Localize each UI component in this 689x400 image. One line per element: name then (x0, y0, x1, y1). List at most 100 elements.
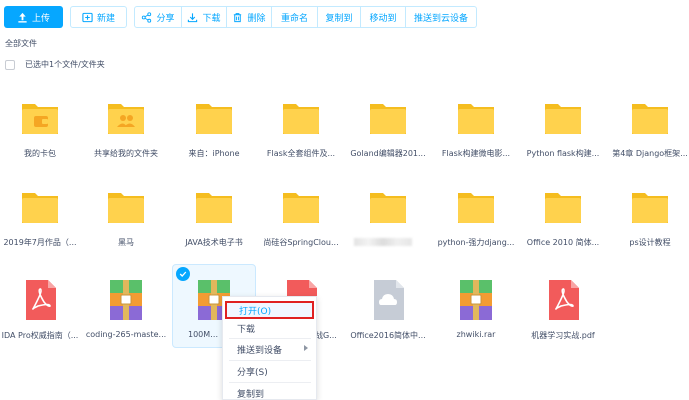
folder-icon (283, 193, 319, 223)
upload-label: 上传 (31, 13, 50, 24)
folder-icon (458, 104, 494, 134)
file-name: 2019年7月作品（... (3, 238, 77, 247)
move-to-label: 移动到 (369, 13, 397, 24)
file-tile[interactable]: 共享给我的文件夹 (86, 98, 166, 178)
move-to-button[interactable]: 移动到 (361, 7, 406, 27)
file-name: JAVA技术电子书 (185, 238, 243, 247)
new-folder-icon (82, 12, 93, 22)
file-name: Office2016简体中... (350, 331, 426, 340)
file-tile[interactable]: coding-265-maste... (86, 280, 166, 360)
file-tile[interactable]: JAVA技术电子书 (174, 187, 254, 267)
file-tile[interactable]: 机器学习实战.pdf (523, 280, 603, 360)
file-tile[interactable]: Office 2010 简体... (523, 187, 603, 267)
delete-button[interactable]: 删除 (227, 7, 272, 27)
file-tile[interactable]: 尚硅谷SpringClou... (261, 187, 341, 267)
selection-bar: 已选中1个文件/文件夹 (5, 59, 105, 70)
file-name: Flask构建微电影... (441, 149, 511, 158)
file-tile[interactable]: 来自：iPhone (174, 98, 254, 178)
upload-button[interactable]: 上传 (4, 6, 63, 28)
selected-check-icon[interactable] (176, 267, 190, 281)
pdf-icon (549, 280, 579, 320)
file-tile[interactable]: python-强力djang... (436, 187, 516, 267)
context-menu-push-label: 推送到设备 (237, 345, 283, 356)
share-icon (142, 11, 152, 23)
action-button-group: 分享 下载 删除 重命名 复制到 移动到 推送到云设备 (134, 6, 477, 28)
share-label: 分享 (156, 13, 175, 24)
file-name: Flask全套组件及... (266, 149, 336, 158)
folder-icon (632, 193, 668, 223)
file-name: 来自：iPhone (188, 149, 240, 158)
download-icon (188, 12, 198, 22)
wallet-folder-icon (22, 104, 58, 134)
context-menu-open[interactable]: 打开(O) (225, 301, 314, 319)
context-menu-divider (229, 360, 311, 361)
select-all-checkbox[interactable] (5, 59, 15, 70)
file-name: python-强力djang... (437, 238, 515, 247)
file-name: coding-265-maste... (85, 330, 167, 339)
rename-label: 重命名 (280, 13, 308, 24)
share-button[interactable]: 分享 (135, 7, 182, 27)
toolbar: 上传 新建 分享 下载 删除 重命名 复制到 移动到 推送到云设备 (0, 0, 689, 34)
context-menu-push-to-device[interactable]: 推送到设备 (223, 340, 316, 358)
file-name: Office 2010 简体... (526, 238, 600, 247)
copy-to-button[interactable]: 复制到 (318, 7, 361, 27)
push-to-cloud-device-button[interactable]: 推送到云设备 (406, 7, 476, 27)
file-tile[interactable]: 2019年7月作品（... (0, 187, 80, 267)
file-tile[interactable]: Python flask构建... (523, 98, 603, 178)
file-name: 我的卡包 (24, 149, 56, 158)
file-name: 第4章 Django框架... (612, 149, 688, 158)
file-name: 100MSDC (188, 330, 222, 339)
context-menu-divider (229, 382, 311, 383)
context-menu-copy-to[interactable]: 复制到 (223, 384, 316, 400)
download-label: 下载 (202, 13, 221, 24)
context-menu: 打开(O) 下载 推送到设备 分享(S) 复制到 (222, 296, 317, 400)
file-tile[interactable]: 我的卡包 (0, 98, 80, 178)
push-to-cloud-device-label: 推送到云设备 (413, 13, 468, 24)
folder-icon (458, 193, 494, 223)
shared-folder-icon (108, 104, 144, 134)
context-menu-download[interactable]: 下载 (223, 319, 316, 337)
copy-to-label: 复制到 (325, 13, 353, 24)
archive-icon (110, 280, 142, 320)
file-tile[interactable]: Flask构建微电影... (436, 98, 516, 178)
file-name: Python flask构建... (526, 149, 600, 158)
file-tile[interactable]: 第4章 Django框架... (610, 98, 689, 178)
file-tile[interactable]: Flask全套组件及... (261, 98, 341, 178)
folder-icon (196, 193, 232, 223)
context-menu-share[interactable]: 分享(S) (223, 362, 316, 380)
new-button[interactable]: 新建 (70, 6, 127, 28)
file-tile[interactable]: 黑马 (86, 187, 166, 267)
download-button[interactable]: 下载 (182, 7, 227, 27)
archive-icon (460, 280, 492, 320)
file-tile[interactable]: zhwiki.rar (436, 280, 516, 360)
folder-icon (370, 104, 406, 134)
file-name: 机器学习实战.pdf (531, 331, 595, 340)
file-name: 尚硅谷SpringClou... (263, 238, 339, 247)
cloud-file-icon (374, 280, 404, 320)
file-name: 共享给我的文件夹 (94, 149, 158, 158)
file-name: ps设计教程 (629, 238, 671, 247)
file-tile[interactable]: Office2016简体中... (348, 280, 428, 360)
file-name: 战G... (315, 331, 337, 340)
folder-icon (370, 193, 406, 223)
selection-info: 已选中1个文件/文件夹 (25, 60, 105, 69)
folder-icon (22, 193, 58, 223)
breadcrumb[interactable]: 全部文件 (5, 38, 37, 49)
rename-button[interactable]: 重命名 (272, 7, 318, 27)
file-tile[interactable] (348, 187, 428, 267)
blurred-filename (354, 238, 412, 246)
folder-icon (545, 104, 581, 134)
folder-icon (283, 104, 319, 134)
delete-label: 删除 (247, 13, 266, 24)
file-tile[interactable]: ps设计教程 (610, 187, 689, 267)
file-name: Goland编辑器201... (350, 149, 426, 158)
file-tile[interactable]: IDA Pro权威指南（... (0, 280, 80, 360)
file-name: zhwiki.rar (456, 330, 496, 339)
folder-icon (632, 104, 668, 134)
folder-icon (545, 193, 581, 223)
folder-icon (196, 104, 232, 134)
file-name: IDA Pro权威指南（... (1, 331, 79, 340)
file-tile[interactable]: Goland编辑器201... (348, 98, 428, 178)
submenu-arrow-icon (304, 345, 308, 351)
context-menu-divider (229, 338, 311, 339)
